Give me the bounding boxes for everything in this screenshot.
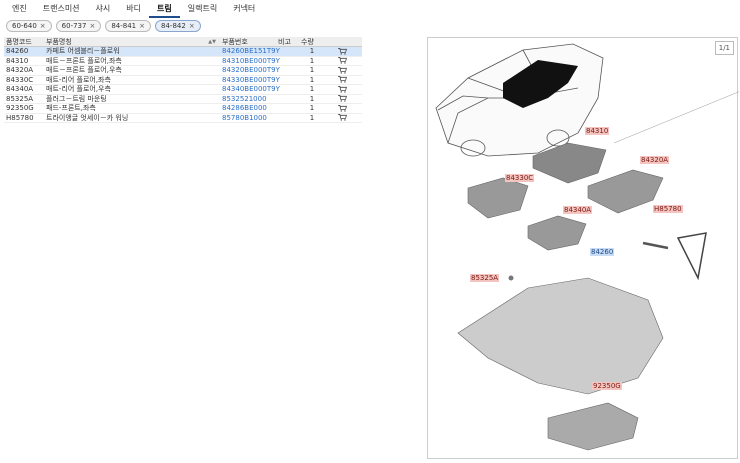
chip-label: 84-841: [111, 22, 137, 30]
cell-code: H85780: [6, 113, 34, 122]
tab-engine[interactable]: 엔진: [4, 0, 35, 18]
warning-triangle[interactable]: [676, 232, 707, 281]
header-qty: 수량: [301, 37, 314, 46]
cell-qty: 1: [309, 56, 315, 65]
cart-icon: [338, 85, 347, 93]
chip-label: 60-737: [61, 22, 87, 30]
chip-84-842[interactable]: 84-842 ×: [155, 20, 201, 32]
tab-body[interactable]: 바디: [118, 0, 149, 18]
callout-h85780[interactable]: H85780: [653, 205, 683, 213]
chip-label: 60-640: [12, 22, 37, 30]
mat-84340a[interactable]: [527, 215, 587, 251]
tab-chassis[interactable]: 샤시: [88, 0, 119, 18]
cart-icon: [338, 95, 347, 102]
cell-code: 84310: [6, 56, 29, 65]
chip-84-841[interactable]: 84-841 ×: [105, 20, 152, 32]
cell-partno[interactable]: 84340BE000T9Y: [220, 85, 280, 93]
cell-name: 매트－프론트 플로어,우측: [46, 66, 122, 75]
callout-84320a[interactable]: 84320A: [640, 156, 670, 164]
cell-qty: 1: [309, 85, 315, 94]
header-cart: [323, 37, 362, 46]
add-to-cart-button[interactable]: [323, 66, 362, 74]
cell-code: 85325A: [6, 94, 34, 103]
tab-connector[interactable]: 커넥터: [225, 0, 263, 18]
chip-60-737[interactable]: 60-737 ×: [55, 20, 102, 32]
cell-qty: 1: [309, 75, 315, 84]
cell-qty: 1: [309, 47, 315, 56]
header-note: 비고: [278, 37, 291, 46]
cell-partno[interactable]: 8532521000: [220, 95, 276, 103]
close-icon[interactable]: ×: [139, 21, 145, 31]
cell-name: 매트-리어 플로어,좌측: [46, 75, 111, 84]
mat-84330c[interactable]: [467, 177, 529, 219]
cart-icon: [338, 76, 347, 83]
chip-label: 84-842: [161, 22, 186, 30]
diagram-drawing: [435, 43, 740, 451]
cart-icon: [338, 104, 347, 112]
callout-84260[interactable]: 84260: [590, 248, 615, 256]
cell-qty: 1: [309, 94, 315, 103]
callout-92350g[interactable]: 92350G: [592, 382, 622, 390]
cell-qty: 1: [309, 104, 315, 113]
cell-partno[interactable]: 84330BE000T9Y: [220, 76, 280, 84]
cell-qty: 1: [309, 113, 315, 122]
add-to-cart-button[interactable]: [323, 57, 362, 64]
cell-qty: 1: [309, 66, 315, 75]
cell-partno[interactable]: 85780B1000: [220, 114, 276, 122]
tab-transmission[interactable]: 트랜스미션: [35, 0, 88, 18]
close-icon[interactable]: ×: [189, 21, 195, 31]
cell-name: 플러그－트림 마운팅: [46, 94, 107, 103]
add-to-cart-button[interactable]: [323, 95, 362, 102]
tab-electric[interactable]: 일렉트릭: [180, 0, 225, 18]
close-icon[interactable]: ×: [89, 21, 95, 31]
table-row[interactable]: H85780 트라이앵글 엇세이－카 워닝 85780B1000 1: [4, 113, 362, 123]
page-indicator[interactable]: 1/1: [714, 41, 734, 55]
cell-code: 84330C: [6, 75, 34, 84]
cell-partno[interactable]: 84310BE000T9Y: [220, 57, 280, 65]
header-partno[interactable]: 부품번호: [220, 37, 276, 46]
cell-name: 트라이앵글 엇세이－카 워닝: [46, 113, 129, 122]
add-to-cart-button[interactable]: [323, 47, 362, 55]
callout-84330c[interactable]: 84330C: [505, 174, 535, 182]
add-to-cart-button[interactable]: [323, 76, 362, 83]
header-code[interactable]: 품명코드: [4, 37, 44, 46]
callout-84340a[interactable]: 84340A: [563, 206, 593, 214]
chip-60-640[interactable]: 60-640 ×: [6, 20, 52, 32]
callout-85325a[interactable]: 85325A: [470, 274, 500, 282]
parts-table: 품명코드 부품명칭 ▲▼ 부품번호 비고 수량 84260 카페트 어셈블리－플로워…: [4, 37, 362, 123]
tab-trim[interactable]: 트림: [149, 0, 180, 18]
cell-name: 매트－프론트 플로어,좌측: [46, 56, 122, 65]
cart-icon: [338, 57, 347, 64]
leader-line: [613, 91, 740, 144]
parts-diagram[interactable]: 1/1 84310 84320A 84330C 84340A H85780 84…: [427, 37, 740, 459]
cart-icon: [338, 66, 347, 74]
cart-icon: [338, 47, 347, 55]
cell-name: 패드-프론트,좌측: [46, 104, 96, 113]
add-to-cart-button[interactable]: [323, 114, 362, 121]
mat-84320a[interactable]: [587, 169, 664, 214]
pad-92350g[interactable]: [547, 402, 639, 451]
cell-partno[interactable]: 84320BE000T9Y: [220, 66, 280, 74]
header-name[interactable]: 부품명칭 ▲▼: [44, 37, 220, 46]
close-icon[interactable]: ×: [40, 21, 46, 31]
cell-partno[interactable]: 84260BE151T9Y: [220, 47, 280, 55]
cell-code: 84320A: [6, 66, 34, 75]
cell-name: 매트-리어 플로어,우측: [46, 85, 111, 94]
cell-name: 카페트 어셈블리－플로워: [46, 47, 120, 56]
cell-code: 92350G: [6, 104, 34, 113]
triangle-case[interactable]: [642, 241, 669, 250]
cell-partno[interactable]: 84286BE000: [220, 104, 276, 112]
add-to-cart-button[interactable]: [323, 85, 362, 93]
cart-icon: [338, 114, 347, 121]
callout-84310[interactable]: 84310: [585, 127, 610, 135]
category-tabs: 엔진 트랜스미션 샤시 바디 트림 일렉트릭 커넥터: [0, 0, 740, 18]
add-to-cart-button[interactable]: [323, 104, 362, 112]
plug-85325a[interactable]: [508, 275, 514, 281]
cell-code: 84260: [6, 47, 29, 56]
cell-code: 84340A: [6, 85, 34, 94]
filter-chips: 60-640 × 60-737 × 84-841 × 84-842 ×: [6, 20, 201, 32]
sort-icon[interactable]: ▲▼: [208, 39, 216, 45]
carpet-84260[interactable]: [457, 277, 664, 395]
